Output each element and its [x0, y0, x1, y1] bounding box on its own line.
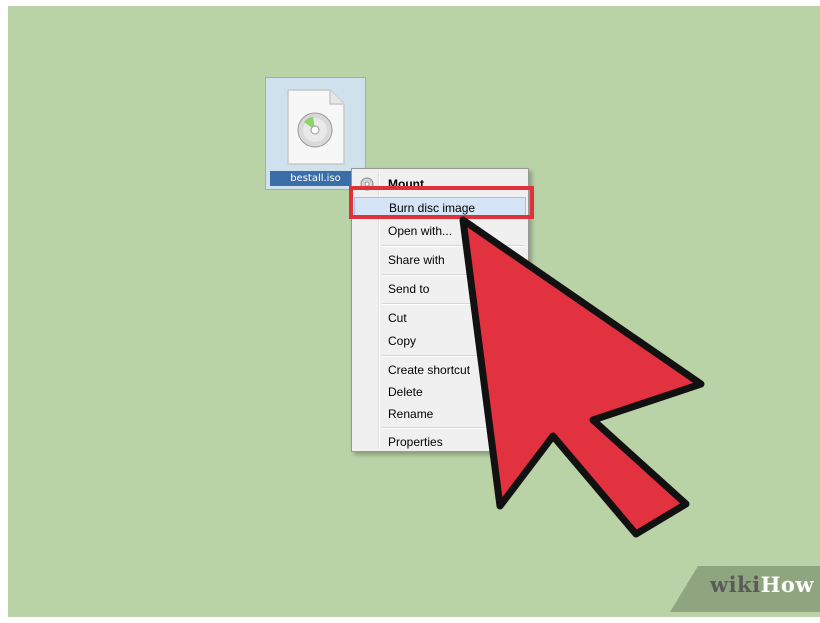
- watermark-wiki: wiki: [710, 572, 761, 597]
- red-arrow-pointer-icon: [459, 216, 705, 538]
- watermark-how: How: [760, 572, 815, 597]
- watermark-text: wikiHow: [710, 572, 814, 597]
- desktop-background: bestall.iso Mount Burn disc image Open w…: [8, 6, 820, 617]
- wikihow-watermark: wikiHow: [670, 562, 820, 612]
